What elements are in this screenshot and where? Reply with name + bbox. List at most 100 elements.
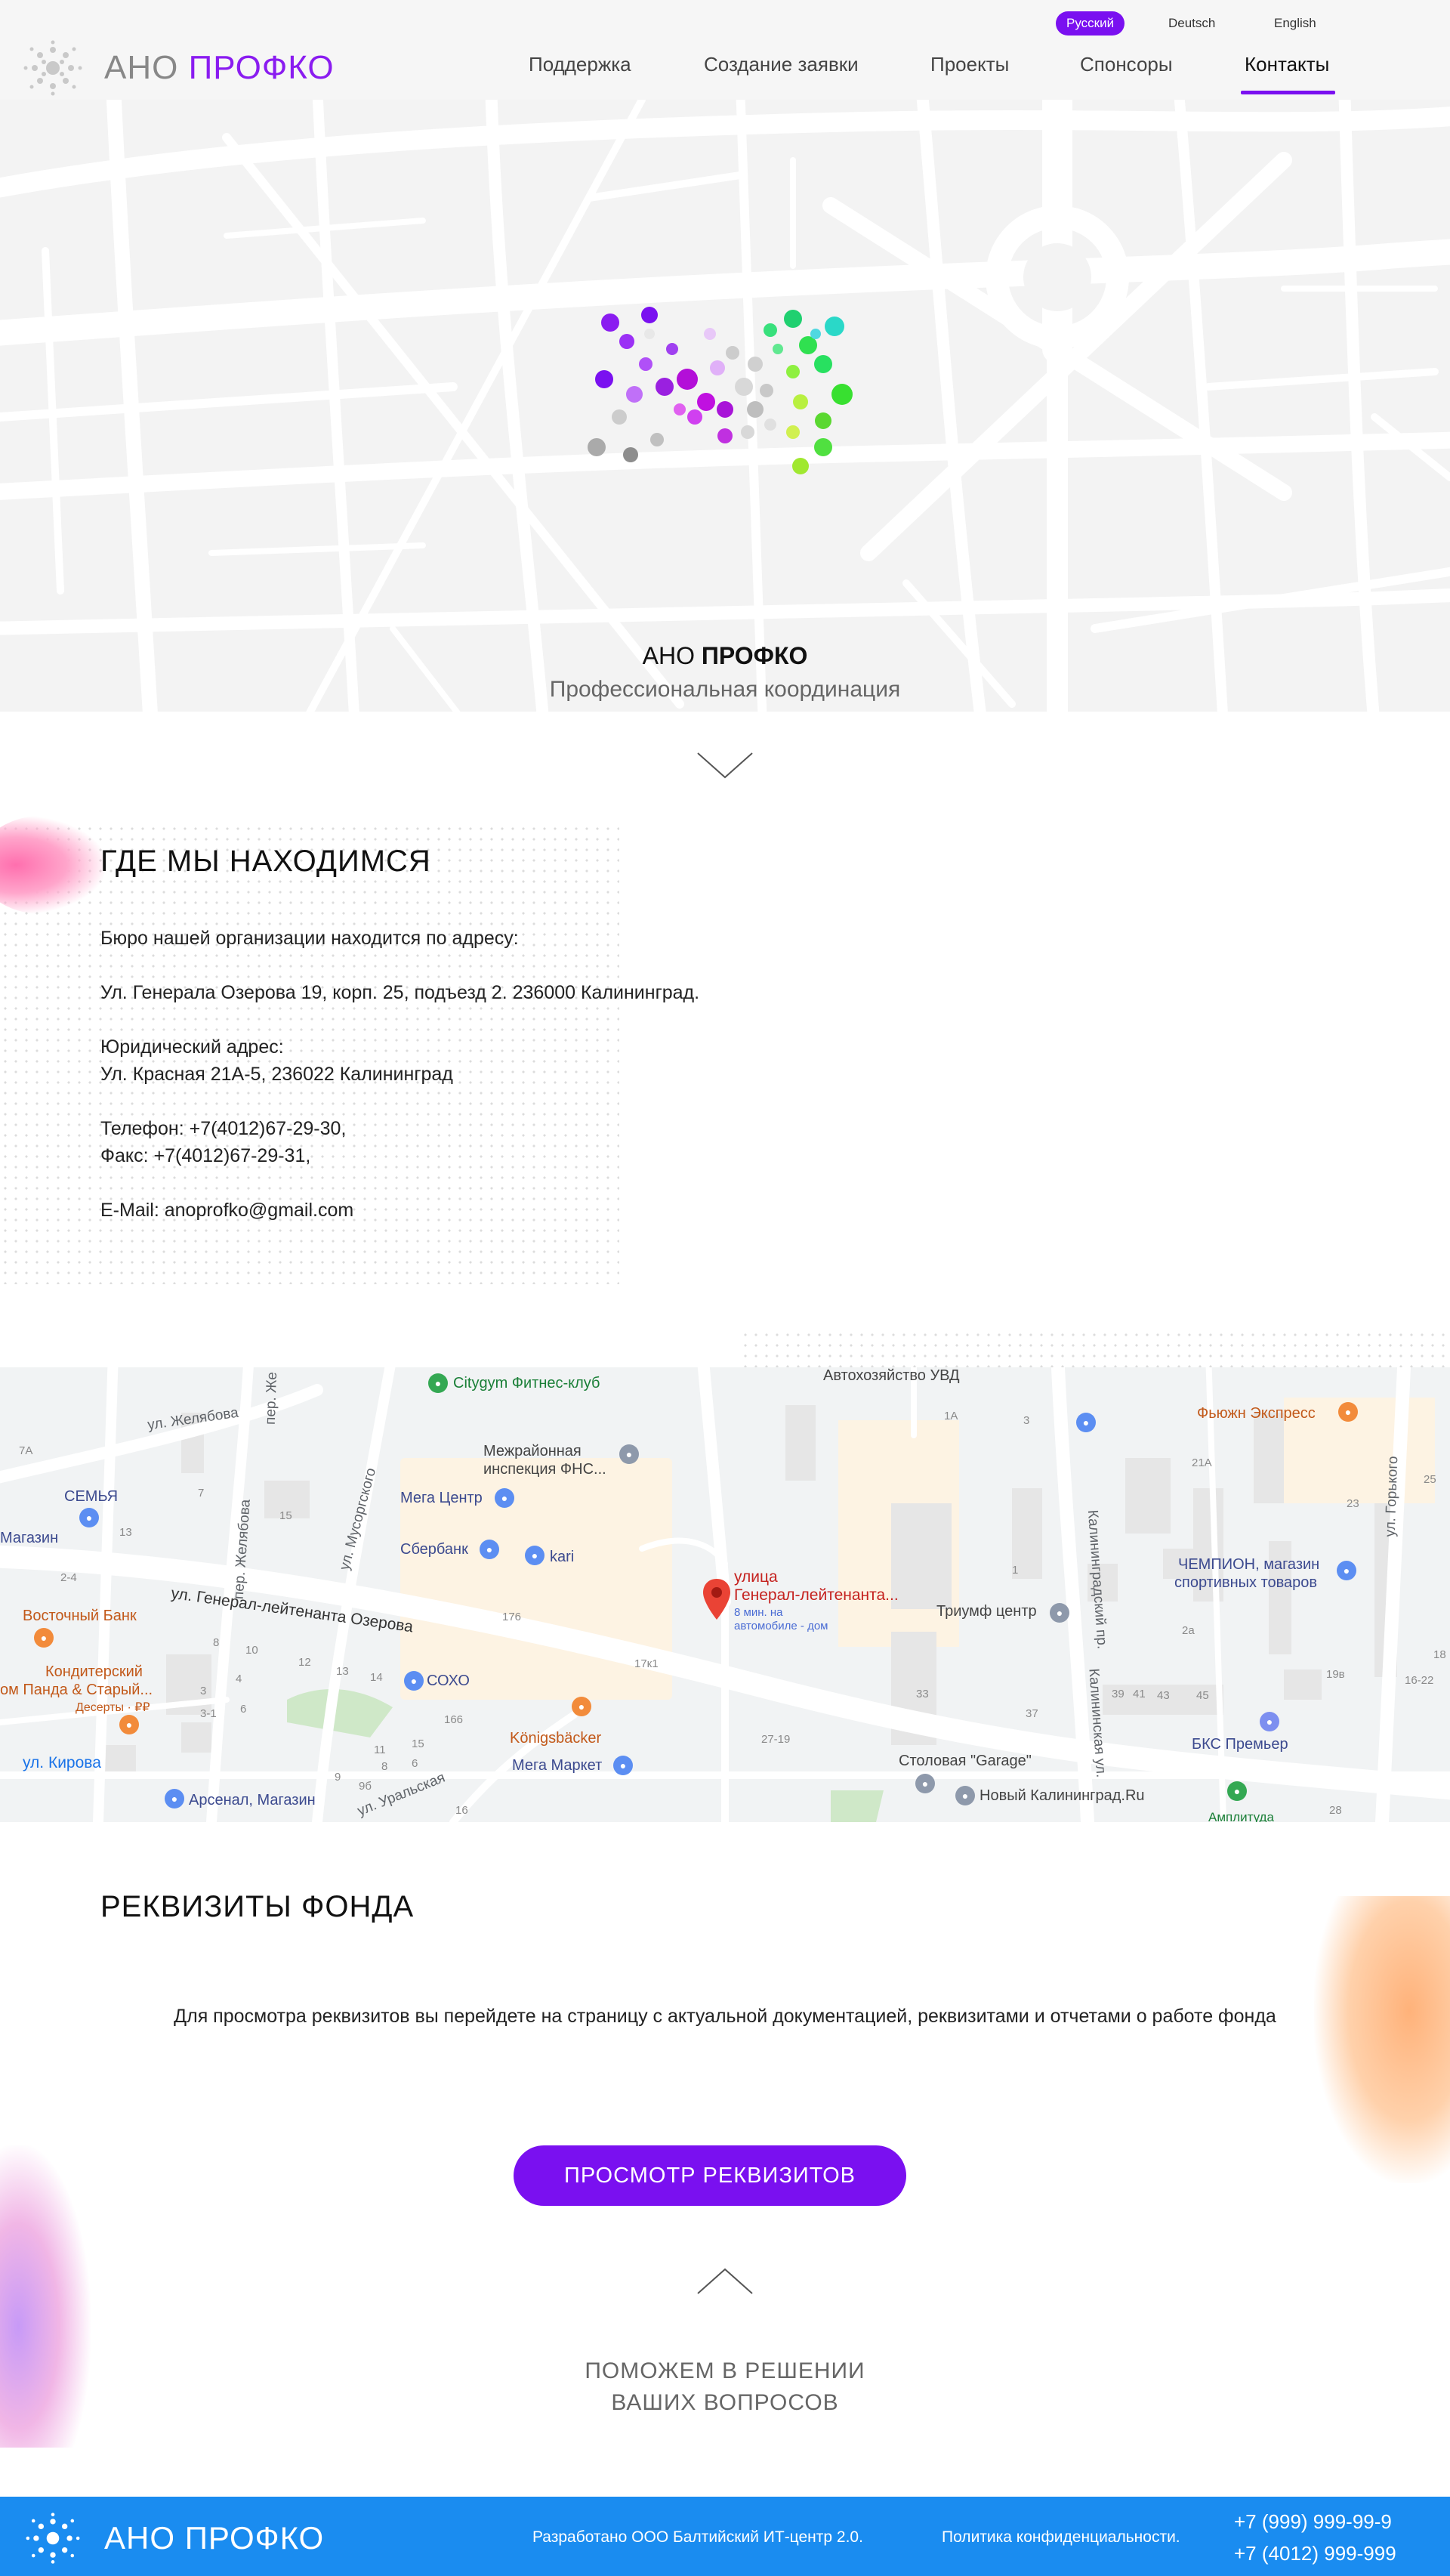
poi-megamarket[interactable]: Мега Маркет <box>512 1757 602 1774</box>
footer-phone-2[interactable]: +7 (4012) 999-999 <box>1234 2542 1396 2565</box>
lang-russian[interactable]: Русский <box>1056 11 1125 36</box>
bank-pin-icon[interactable]: ● <box>34 1628 54 1648</box>
house-number: 7А <box>19 1444 33 1457</box>
shop-pin-icon[interactable]: ● <box>1337 1561 1356 1580</box>
site-header: АНО ПРОФКО Русский Deutsch English Подде… <box>0 0 1450 100</box>
house-number: 9б <box>359 1780 372 1793</box>
shop-pin-icon[interactable]: ● <box>79 1508 99 1527</box>
poi-konditer-line-2[interactable]: ом Панда & Старый... <box>0 1682 153 1699</box>
poi-fns-line-1[interactable]: Межрайонная <box>483 1443 582 1460</box>
site-footer: АНО ПРОФКО Разработано ООО Балтийский ИТ… <box>0 2497 1450 2576</box>
shop-pin-icon[interactable]: ● <box>165 1789 184 1808</box>
shop-pin-icon[interactable]: ● <box>525 1546 545 1565</box>
location-pin-icon[interactable] <box>701 1577 733 1621</box>
house-number: 37 <box>1026 1707 1038 1720</box>
cafe-pin-icon[interactable]: ● <box>119 1715 139 1734</box>
nav-support[interactable]: Поддержка <box>529 53 631 76</box>
government-pin-icon[interactable]: ● <box>619 1444 639 1464</box>
house-number: 13 <box>119 1526 132 1539</box>
poi-fns-line-2[interactable]: инспекция ФНС... <box>483 1461 606 1478</box>
poi-konigs[interactable]: Königsbäcker <box>510 1730 601 1747</box>
poi-triumph[interactable]: Триумф центр <box>936 1603 1037 1620</box>
shop-pin-icon[interactable]: ● <box>613 1756 633 1775</box>
header-logo[interactable]: АНО ПРОФКО <box>15 39 335 97</box>
poi-autohoz[interactable]: Автохозяйство УВД <box>823 1367 960 1385</box>
contacts-title: ГДЕ МЫ НАХОДИМСЯ <box>100 845 431 878</box>
house-number: 45 <box>1196 1689 1209 1702</box>
fax: Факс: +7(4012)67-29-31, <box>100 1145 311 1166</box>
footer-phone-1[interactable]: +7 (999) 999-99-9 <box>1234 2510 1392 2534</box>
help-line-2: ВАШИХ ВОПРОСОВ <box>611 2390 839 2415</box>
poi-magazin[interactable]: Магазин <box>0 1530 58 1547</box>
hero-title-prefix: АНО <box>642 642 695 669</box>
place-pin-icon[interactable]: ● <box>1050 1603 1069 1623</box>
lang-english[interactable]: English <box>1263 11 1327 36</box>
poi-vostbank[interactable]: Восточный Банк <box>23 1608 137 1625</box>
poi-novkal[interactable]: Новый Калининград.Ru <box>980 1787 1145 1805</box>
nav-projects[interactable]: Проекты <box>930 53 1009 76</box>
google-map[interactable]: ул. Желябова пер. Желябова ул. Мусоргско… <box>0 1367 1450 1822</box>
legal-address: Ул. Красная 21А-5, 236022 Калининград <box>100 1064 453 1085</box>
pin-label-line-1[interactable]: улица <box>734 1568 778 1586</box>
poi-champion-line-1[interactable]: ЧЕМПИОН, магазин <box>1178 1556 1319 1574</box>
poi-arsenal[interactable]: Арсенал, Магазин <box>189 1792 316 1809</box>
bank-pin-icon[interactable]: ● <box>480 1540 499 1559</box>
restaurant-pin-icon[interactable]: ● <box>572 1697 591 1716</box>
office-address: Ул. Генерала Озерова 19, корп. 25, подъе… <box>100 982 700 1003</box>
house-number: 3-1 <box>200 1707 217 1720</box>
footer-logo-text: АНО ПРОФКО <box>104 2520 324 2556</box>
bank-pin-icon[interactable]: ● <box>1260 1712 1279 1731</box>
house-number: 10 <box>245 1644 258 1657</box>
place-pin-icon[interactable]: ● <box>915 1774 935 1793</box>
house-number: 15 <box>279 1509 292 1522</box>
house-number: 43 <box>1157 1689 1170 1702</box>
street-gorkogo: ул. Горького <box>1382 1456 1402 1537</box>
poi-fusion[interactable]: Фьюжн Экспресс <box>1197 1405 1316 1422</box>
poi-konditer-line-1[interactable]: Кондитерский <box>45 1663 143 1681</box>
footer-developer[interactable]: Разработано ООО Балтийский ИТ-центр 2.0. <box>532 2528 863 2547</box>
fitness-pin-icon[interactable]: ● <box>428 1373 448 1393</box>
chevron-down-icon[interactable] <box>696 752 754 780</box>
logo-text: АНО ПРОФКО <box>104 49 335 87</box>
street-per-zhe: пер. Же <box>262 1371 281 1425</box>
chevron-up-icon[interactable] <box>696 2266 754 2295</box>
house-number: 6 <box>240 1703 247 1716</box>
hero-subtitle-line-2: социальных проектов <box>0 706 1450 712</box>
house-number: 15 <box>412 1737 424 1750</box>
footer-privacy-link[interactable]: Политика конфиденциальности. <box>942 2528 1180 2547</box>
house-number: 16-22 <box>1405 1674 1434 1687</box>
hero-title-name: ПРОФКО <box>701 642 808 669</box>
house-number: 17к1 <box>634 1657 659 1670</box>
place-pin-icon[interactable]: ● <box>955 1786 975 1805</box>
house-number: 25 <box>1424 1473 1436 1486</box>
shop-pin-icon[interactable]: ● <box>1076 1413 1096 1432</box>
poi-citygym[interactable]: Citygym Фитнес-клуб <box>453 1375 600 1392</box>
lang-deutsch[interactable]: Deutsch <box>1158 11 1226 36</box>
nav-create-request[interactable]: Создание заявки <box>704 53 859 76</box>
nav-sponsors[interactable]: Спонсоры <box>1080 53 1173 76</box>
shop-pin-icon[interactable]: ● <box>404 1671 424 1691</box>
poi-kari[interactable]: kari <box>550 1549 574 1566</box>
footer-logo[interactable]: АНО ПРОФКО <box>15 2512 324 2565</box>
footer-logo-name: ПРОФКО <box>184 2520 325 2556</box>
house-number: 1А <box>944 1410 958 1422</box>
shop-pin-icon[interactable]: ● <box>495 1488 514 1508</box>
nav-contacts[interactable]: Контакты <box>1245 53 1329 76</box>
restaurant-pin-icon[interactable]: ● <box>1338 1402 1358 1422</box>
poi-champion-line-2[interactable]: спортивных товаров <box>1174 1574 1317 1592</box>
view-requisites-button[interactable]: ПРОСМОТР РЕКВИЗИТОВ <box>514 2145 906 2206</box>
place-pin-icon[interactable]: ● <box>1227 1781 1247 1801</box>
poi-semya[interactable]: СЕМЬЯ <box>64 1488 118 1506</box>
email[interactable]: E-Mail: anoprofko@gmail.com <box>100 1200 353 1222</box>
poi-sberbank[interactable]: Сбербанк <box>400 1541 468 1558</box>
poi-amplitude[interactable]: Амплитуда <box>1208 1810 1274 1822</box>
poi-megacenter[interactable]: Мега Центр <box>400 1490 483 1507</box>
poi-bks[interactable]: БКС Премьер <box>1192 1736 1288 1753</box>
logo-prefix: АНО <box>104 49 179 86</box>
poi-soho[interactable]: СОХО <box>427 1673 470 1690</box>
pin-label-line-2[interactable]: Генерал-лейтенанта... <box>734 1586 899 1605</box>
phone: Телефон: +7(4012)67-29-30, <box>100 1118 347 1139</box>
house-number: 41 <box>1133 1688 1146 1700</box>
poi-stolovaya[interactable]: Столовая "Garage" <box>899 1753 1032 1770</box>
house-number: 12 <box>298 1656 311 1669</box>
